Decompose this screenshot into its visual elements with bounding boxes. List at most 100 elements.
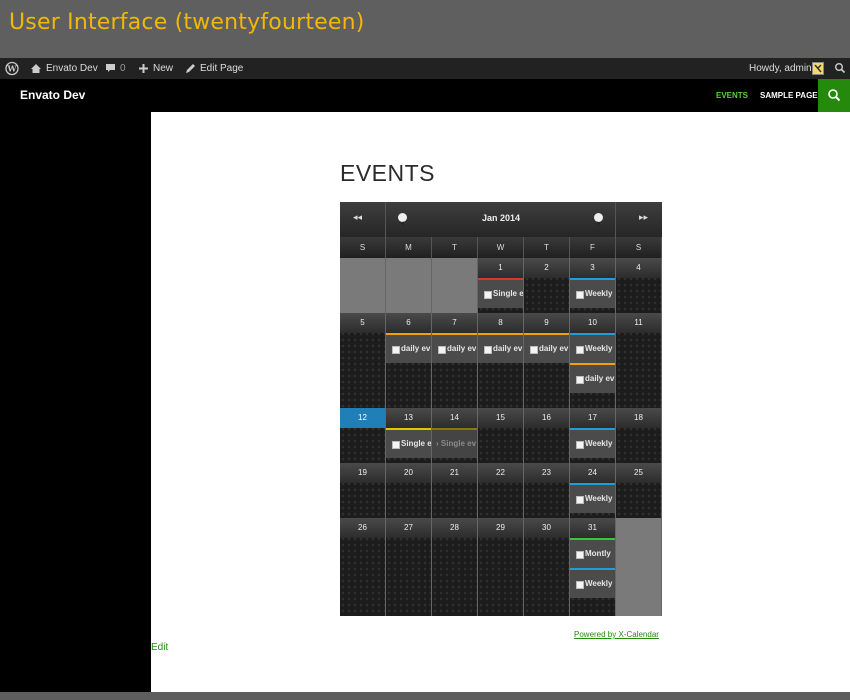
day-number[interactable]: 26	[340, 518, 385, 538]
nav-item-sample-page[interactable]: SAMPLE PAGE	[760, 91, 818, 100]
calendar-day-cell[interactable]: 7 daily ev	[432, 313, 478, 408]
day-number[interactable]: 31	[570, 518, 615, 538]
day-number[interactable]: 29	[478, 518, 523, 538]
calendar-day-cell[interactable]: 28	[432, 518, 478, 616]
event-checkbox[interactable]	[576, 291, 584, 299]
calendar-day-cell[interactable]: 30	[524, 518, 570, 616]
event-checkbox[interactable]	[576, 496, 584, 504]
pencil-icon[interactable]	[184, 58, 196, 79]
home-icon[interactable]	[30, 58, 42, 79]
calendar-day-cell[interactable]: 2	[524, 258, 570, 313]
calendar-day-cell[interactable]: 9 daily ev	[524, 313, 570, 408]
edit-page-link[interactable]: Edit Page	[200, 58, 243, 79]
day-number[interactable]: 17	[570, 408, 615, 428]
calendar-day-cell[interactable]: 1 Single e	[478, 258, 524, 313]
calendar-day-cell[interactable]: 15	[478, 408, 524, 463]
calendar-day-cell[interactable]: 6 daily ev	[386, 313, 432, 408]
calendar-day-cell[interactable]: 4	[616, 258, 662, 313]
day-number[interactable]: 6	[386, 313, 431, 333]
calendar-day-cell[interactable]: 5	[340, 313, 386, 408]
site-name-link[interactable]: Envato Dev	[46, 58, 98, 79]
event-checkbox[interactable]	[484, 291, 492, 299]
calendar-day-cell[interactable]: 22	[478, 463, 524, 518]
event-checkbox[interactable]	[576, 581, 584, 589]
day-number[interactable]: 22	[478, 463, 523, 483]
comments-icon[interactable]	[105, 58, 117, 79]
calendar-day-cell[interactable]: 11	[616, 313, 662, 408]
calendar-day-cell[interactable]: 25	[616, 463, 662, 518]
search-icon[interactable]	[834, 58, 846, 79]
day-number[interactable]: 28	[432, 518, 477, 538]
calendar-event[interactable]: Weekly	[570, 278, 615, 308]
nav-item-events[interactable]: EVENTS	[716, 91, 748, 100]
new-content-link[interactable]: New	[153, 58, 173, 79]
site-title[interactable]: Envato Dev	[20, 88, 85, 102]
plus-icon[interactable]	[138, 58, 149, 79]
calendar-event[interactable]: daily ev	[524, 333, 569, 363]
event-checkbox[interactable]	[576, 551, 584, 559]
next-month-icon[interactable]	[594, 213, 603, 226]
calendar-event[interactable]: Montly	[570, 538, 615, 568]
avatar[interactable]	[812, 58, 824, 79]
day-number[interactable]: 2	[524, 258, 569, 278]
calendar-event[interactable]: Single e	[386, 428, 431, 458]
day-number[interactable]: 5	[340, 313, 385, 333]
day-number[interactable]: 16	[524, 408, 569, 428]
day-number[interactable]: 1	[478, 258, 523, 278]
calendar-day-cell[interactable]: 31 Montly Weekly	[570, 518, 616, 616]
event-checkbox[interactable]	[392, 346, 400, 354]
powered-by-link[interactable]: Powered by X-Calendar	[574, 630, 659, 639]
day-number[interactable]: 18	[616, 408, 661, 428]
calendar-day-cell[interactable]: 16	[524, 408, 570, 463]
day-number[interactable]: 3	[570, 258, 615, 278]
day-number[interactable]: 9	[524, 313, 569, 333]
calendar-day-cell[interactable]: 14 › Single ev	[432, 408, 478, 463]
calendar-event[interactable]: daily ev	[478, 333, 523, 363]
calendar-day-cell[interactable]: 18	[616, 408, 662, 463]
event-checkbox[interactable]	[392, 441, 400, 449]
day-number[interactable]: 23	[524, 463, 569, 483]
day-number[interactable]: 14	[432, 408, 477, 428]
day-number[interactable]: 10	[570, 313, 615, 333]
day-number[interactable]: 25	[616, 463, 661, 483]
event-checkbox[interactable]	[484, 346, 492, 354]
calendar-event[interactable]: Weekly	[570, 568, 615, 598]
day-number[interactable]: 11	[616, 313, 661, 333]
calendar-day-cell[interactable]: 12	[340, 408, 386, 463]
calendar-day-cell[interactable]: 3 Weekly	[570, 258, 616, 313]
day-number[interactable]: 8	[478, 313, 523, 333]
today-day-number[interactable]: 12	[340, 408, 385, 428]
day-number[interactable]: 21	[432, 463, 477, 483]
calendar-day-cell[interactable]: 24 Weekly	[570, 463, 616, 518]
calendar-day-cell[interactable]: 19	[340, 463, 386, 518]
day-number[interactable]: 19	[340, 463, 385, 483]
next-year-button[interactable]: ▸▸	[639, 213, 648, 223]
calendar-event[interactable]: daily ev	[386, 333, 431, 363]
day-number[interactable]: 20	[386, 463, 431, 483]
calendar-day-cell[interactable]: 20	[386, 463, 432, 518]
day-number[interactable]: 24	[570, 463, 615, 483]
calendar-day-cell[interactable]: 17 Weekly	[570, 408, 616, 463]
calendar-event[interactable]: Weekly	[570, 333, 615, 363]
day-number[interactable]: 13	[386, 408, 431, 428]
day-number[interactable]: 30	[524, 518, 569, 538]
event-checkbox[interactable]	[530, 346, 538, 354]
calendar-event[interactable]: daily ev	[570, 363, 615, 393]
calendar-day-cell[interactable]: 13 Single e	[386, 408, 432, 463]
howdy-user-link[interactable]: Howdy, admin	[749, 58, 812, 79]
calendar-day-cell[interactable]: 27	[386, 518, 432, 616]
event-checkbox[interactable]	[438, 346, 446, 354]
calendar-event[interactable]: › Single ev	[432, 428, 477, 458]
day-number[interactable]: 27	[386, 518, 431, 538]
event-checkbox[interactable]	[576, 376, 584, 384]
day-number[interactable]: 15	[478, 408, 523, 428]
calendar-day-cell[interactable]: 10 Weekly daily ev	[570, 313, 616, 408]
calendar-event[interactable]: Weekly	[570, 483, 615, 513]
calendar-event[interactable]: Single e	[478, 278, 523, 308]
event-checkbox[interactable]	[576, 346, 584, 354]
event-checkbox[interactable]	[576, 441, 584, 449]
calendar-event[interactable]: daily ev	[432, 333, 477, 363]
header-search-button[interactable]	[818, 79, 850, 112]
day-number[interactable]: 4	[616, 258, 661, 278]
wordpress-logo-icon[interactable]: W	[5, 58, 19, 79]
